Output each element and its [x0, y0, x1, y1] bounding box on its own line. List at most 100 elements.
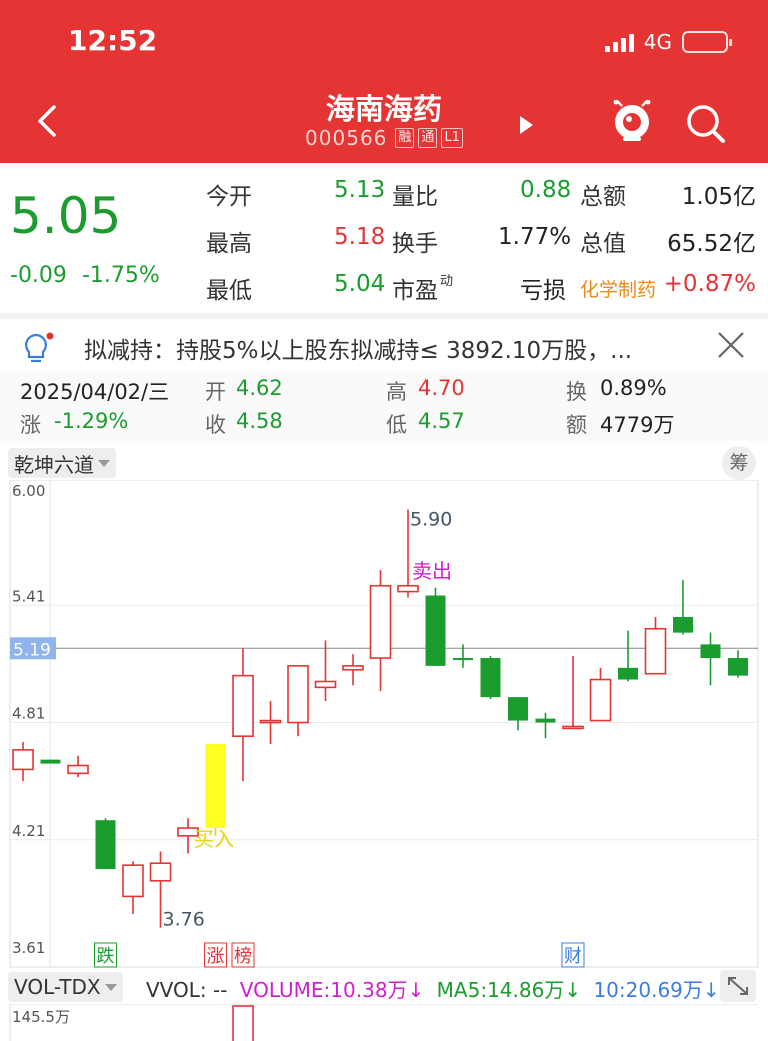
- current-price-label: 5.19: [13, 640, 51, 660]
- volume-indicator-name: VOL-TDX: [14, 975, 101, 999]
- y-tick-label: 5.41: [12, 587, 45, 605]
- quote-row-high: 最高 5.18 换手 1.77% 总值 65.52亿: [206, 224, 756, 264]
- quote-row-low: 最低 5.04 市盈动 亏损 化学制药 +0.87%: [206, 271, 756, 311]
- quote-row-open: 今开 5.13 量比 0.88 总额 1.05亿: [206, 177, 756, 217]
- pe-label-sup: 动: [440, 274, 454, 290]
- candle-body-up: [12, 749, 34, 771]
- candle-body-up: [342, 665, 364, 671]
- high-value: 5.18: [334, 224, 386, 250]
- volume-ratio-value: 0.88: [520, 177, 572, 203]
- candle-body-up: [589, 678, 612, 722]
- candle-body-up: [67, 764, 89, 775]
- chip-distribution-button[interactable]: 筹: [722, 446, 756, 480]
- y-tick-label: 6.00: [12, 482, 45, 500]
- amount-label: 总额: [580, 184, 626, 210]
- quote-panel: 5.05 -0.09 -1.75% 今开 5.13 量比 0.88 总额 1.0…: [0, 163, 768, 313]
- stock-name: 海南海药: [325, 92, 442, 126]
- candle-amount: 4779万: [600, 413, 675, 437]
- volume-bar: [232, 1005, 254, 1041]
- high-annotation: 5.90: [410, 509, 452, 531]
- stock-code: 000566: [305, 126, 388, 150]
- candle-body-down: [673, 617, 693, 633]
- event-marker: 涨: [207, 946, 225, 967]
- open-label: 开: [205, 380, 226, 404]
- candle-turnover: 0.89%: [600, 376, 667, 400]
- signal-icon: [604, 32, 634, 52]
- tag-rong: 融: [395, 128, 415, 148]
- event-marker: 榜: [234, 946, 252, 967]
- volume-axis-max: 145.5万: [12, 1008, 70, 1026]
- candle-body-down: [453, 658, 473, 661]
- volume-value: VOLUME:10.38万↓: [239, 978, 425, 1002]
- amount-label: 额: [566, 413, 587, 437]
- candle-close: 4.58: [236, 409, 283, 433]
- volume-indicator-selector[interactable]: VOL-TDX: [8, 972, 123, 1002]
- app-header: 12:52 4G 海南海药 000566 融 通 L1: [0, 0, 768, 163]
- low-label: 最低: [206, 278, 252, 304]
- industry-link[interactable]: 化学制药: [580, 275, 656, 302]
- candle-body-down: [508, 697, 528, 721]
- candle-body-down: [618, 667, 638, 680]
- ma5-value: MA5:14.86万↓: [436, 978, 582, 1002]
- event-marker: 财: [564, 946, 582, 967]
- amount-value: 1.05亿: [681, 184, 756, 210]
- close-icon[interactable]: [716, 330, 746, 360]
- expand-icon[interactable]: [720, 970, 756, 1002]
- candle-low: 4.57: [418, 409, 465, 433]
- candle-body-down: [425, 595, 446, 666]
- volume-ratio-label: 量比: [392, 184, 438, 210]
- close-label: 收: [205, 413, 226, 437]
- price-change: -0.09 -1.75%: [10, 263, 160, 288]
- y-tick-label: 4.81: [12, 705, 45, 723]
- candle-body-up: [644, 627, 667, 675]
- candle-body-up: [232, 674, 254, 738]
- candle-open: 4.62: [236, 376, 283, 400]
- candle-body-down: [480, 658, 501, 698]
- indicator-selector[interactable]: 乾坤六道: [8, 448, 116, 478]
- search-icon[interactable]: [686, 104, 726, 144]
- next-stock-icon[interactable]: [520, 116, 533, 134]
- event-marker: 跌: [97, 946, 115, 967]
- ma10-value: 10:20.69万↓: [593, 978, 720, 1002]
- market-cap-value: 65.52亿: [667, 231, 756, 257]
- pe-label: 市盈动: [392, 271, 454, 305]
- chevron-down-icon: [104, 983, 117, 991]
- sell-signal: 卖出: [412, 559, 452, 583]
- tag-l1: L1: [441, 128, 463, 148]
- turnover-value: 1.77%: [498, 224, 572, 250]
- candle-body-up: [149, 862, 172, 882]
- chevron-down-icon: [98, 459, 110, 467]
- low-value: 5.04: [334, 271, 386, 297]
- candle-body-up: [122, 864, 144, 898]
- status-icons: 4G: [604, 28, 732, 56]
- candle-body-up: [369, 584, 392, 659]
- network-type: 4G: [643, 30, 672, 54]
- indicator-name: 乾坤六道: [14, 452, 94, 477]
- stock-code-row: 000566 融 通 L1: [0, 126, 768, 150]
- candle-body-down: [728, 658, 748, 676]
- y-tick-label: 3.61: [12, 939, 45, 957]
- open-value: 5.13: [334, 177, 386, 203]
- candle-body-up: [314, 680, 337, 689]
- candle-body-down: [535, 718, 556, 723]
- battery-icon: [682, 31, 732, 53]
- candle-info-panel: 2025/04/02/三 开 4.62 高 4.70 换 0.89% 涨 -1.…: [0, 371, 768, 441]
- candle-body-up: [397, 584, 419, 593]
- high-label: 最高: [206, 231, 252, 257]
- candle-body-down: [700, 644, 721, 659]
- volume-readout: VVOL: -- VOLUME:10.38万↓ MA5:14.86万↓ 10:2…: [146, 974, 720, 1003]
- notice-bar[interactable]: 拟减持：持股5%以上股东拟减持≤ 3892.10万股，...: [0, 319, 768, 371]
- candle-body-up: [287, 665, 309, 724]
- lightbulb-icon: [25, 332, 54, 363]
- buy-signal: 买入: [194, 827, 234, 851]
- volume-chart: 145.5万: [9, 1004, 758, 1041]
- turnover-label: 换: [566, 380, 587, 404]
- candle-body-down: [40, 759, 61, 764]
- candlestick-chart[interactable]: 6.00 5.41 4.81 4.21 3.61 5.19 5.90 3.76 卖出买入跌 涨榜 财: [0, 480, 768, 970]
- turnover-label: 换手: [392, 231, 438, 257]
- change-label: 涨: [20, 413, 41, 437]
- low-label: 低: [386, 413, 407, 437]
- market-cap-label: 总值: [580, 231, 626, 257]
- mascot-icon[interactable]: [612, 100, 652, 142]
- candle-change: -1.29%: [54, 409, 129, 433]
